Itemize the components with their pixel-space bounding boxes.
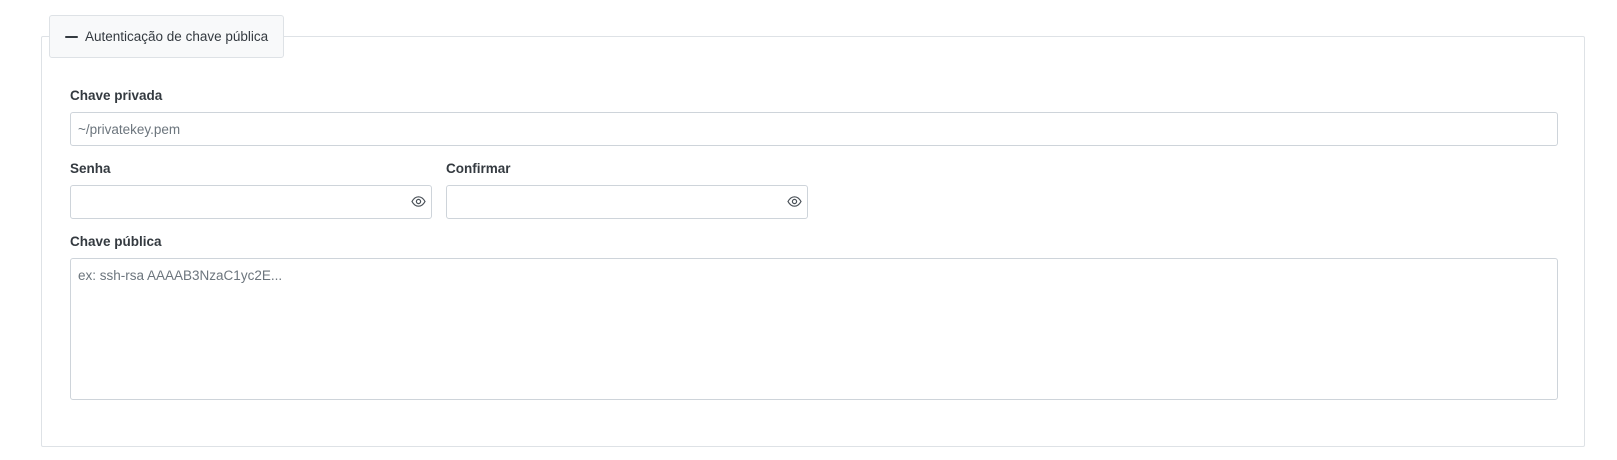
confirm-input[interactable]	[446, 185, 808, 219]
collapse-icon	[65, 35, 78, 38]
eye-icon[interactable]	[409, 194, 427, 208]
password-label: Senha	[70, 161, 111, 176]
password-input[interactable]	[70, 185, 432, 219]
public-key-auth-toggle[interactable]: Autenticação de chave pública	[49, 15, 285, 58]
public-key-label: Chave pública	[70, 234, 162, 249]
section-title: Autenticação de chave pública	[85, 29, 269, 44]
eye-icon[interactable]	[785, 194, 803, 208]
confirm-label: Confirmar	[446, 161, 511, 176]
private-key-label: Chave privada	[70, 88, 163, 103]
public-key-textarea[interactable]	[70, 258, 1558, 400]
private-key-input[interactable]	[70, 112, 1558, 146]
